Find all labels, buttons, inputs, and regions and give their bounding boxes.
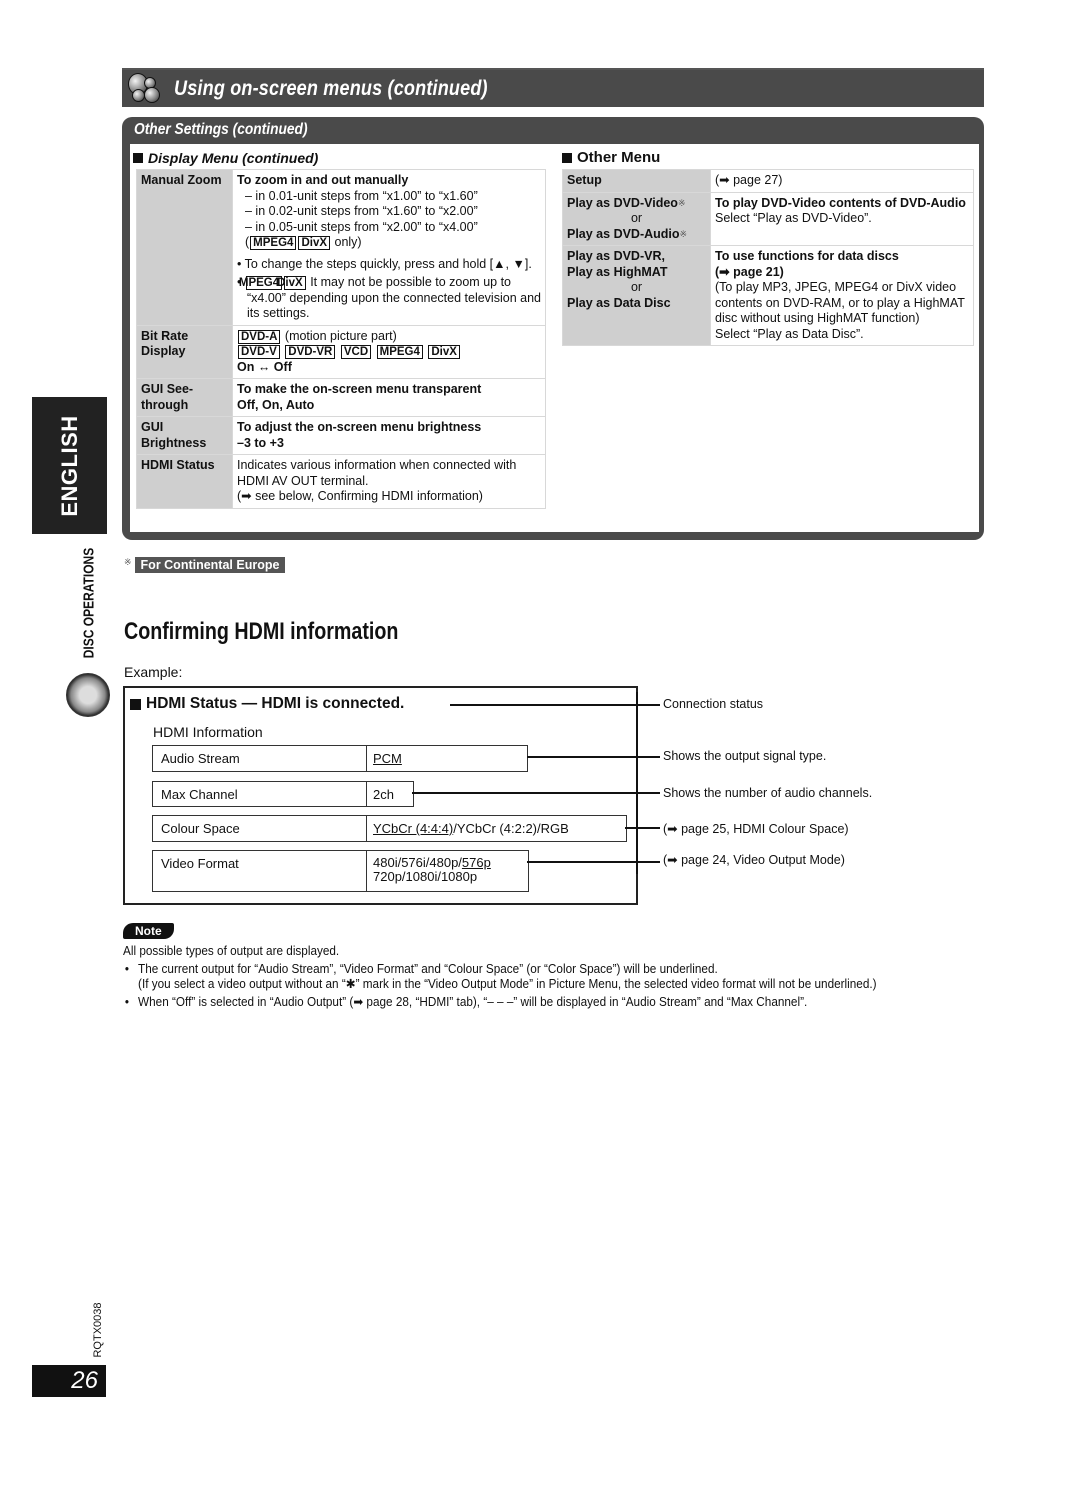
row-value: To play DVD-Video contents of DVD-Audio …	[710, 191, 974, 246]
callout-max-channel: Shows the number of audio channels.	[663, 786, 873, 800]
table-row: GUI Brightness To adjust the on-screen m…	[136, 416, 546, 455]
leader-line	[527, 861, 660, 863]
document-code: RQTX0038	[92, 1302, 104, 1358]
leader-line	[527, 756, 660, 758]
section-title: Confirming HDMI information	[124, 618, 399, 645]
row-value: To adjust the on-screen menu brightness …	[232, 416, 546, 455]
table-row: HDMI Status Indicates various informatio…	[136, 454, 546, 509]
hdmi-status-example: HDMI Status — HDMI is connected. HDMI In…	[123, 686, 638, 905]
disc-icon	[66, 673, 110, 717]
other-settings-panel: Other Settings (continued) Display Menu …	[122, 117, 984, 540]
callout-audio-stream: Shows the output signal type.	[663, 749, 827, 763]
disc-balls-icon	[122, 69, 174, 108]
leader-line	[625, 827, 660, 829]
format-tag: VCD	[340, 345, 372, 359]
format-tag: DivX	[428, 345, 460, 359]
note-bullet: When “Off” is selected in “Audio Output”…	[123, 995, 903, 1011]
footnote-label: For Continental Europe	[134, 557, 286, 573]
row-key: Bit Rate Display	[136, 324, 233, 379]
table-row: Play as DVD-Video※ or Play as DVD-Audio※…	[562, 191, 974, 246]
leader-line	[450, 704, 660, 706]
callout-video-format: (➡ page 24, Video Output Mode)	[663, 853, 845, 867]
other-menu-table: Setup (➡ page 27) Play as DVD-Video※ or …	[562, 169, 974, 346]
row-key: GUI See-through	[136, 378, 233, 417]
row-key: Setup	[562, 169, 711, 193]
page-title: Using on-screen menus (continued)	[174, 76, 488, 100]
leader-line	[412, 792, 660, 794]
footnote: ※ For Continental Europe	[124, 557, 286, 573]
note-bullet: The current output for “Audio Stream”, “…	[123, 962, 903, 993]
hdmi-row-audio-stream: Audio Stream PCM	[152, 745, 528, 772]
row-key: GUI Brightness	[136, 416, 233, 455]
table-row: Setup (➡ page 27)	[562, 169, 974, 193]
table-row: GUI See-through To make the on-screen me…	[136, 378, 546, 417]
format-tag: DivX	[298, 236, 331, 250]
format-tag: DVD-A	[238, 329, 281, 344]
hdmi-info-label: HDMI Information	[153, 724, 263, 740]
other-menu-heading: Other Menu	[562, 149, 660, 166]
page-number: 26	[32, 1365, 106, 1397]
display-menu-table: Manual Zoom To zoom in and out manually …	[136, 169, 546, 509]
callout-colour-space: (➡ page 25, HDMI Colour Space)	[663, 822, 849, 836]
table-row: Manual Zoom To zoom in and out manually …	[136, 169, 546, 326]
format-tag: DVD-VR	[285, 345, 336, 359]
note-badge: Note	[123, 923, 174, 939]
row-value: (➡ page 27)	[710, 169, 974, 193]
format-tag: MPEG4	[376, 345, 423, 359]
hdmi-row-max-channel: Max Channel 2ch	[152, 781, 414, 807]
row-value: Indicates various information when conne…	[232, 454, 546, 509]
panel-body: Display Menu (continued) Manual Zoom To …	[130, 144, 979, 532]
hdmi-status-heading: HDMI Status — HDMI is connected.	[130, 695, 404, 713]
section-label: DISC OPERATIONS	[80, 547, 98, 658]
example-label: Example:	[124, 664, 183, 680]
hdmi-row-colour-space: Colour Space YCbCr (4:4:4)/YCbCr (4:2:2)…	[152, 815, 627, 842]
language-tab: ENGLISH	[32, 397, 107, 534]
row-key: HDMI Status	[136, 454, 233, 509]
format-tag: MPEG4	[250, 236, 297, 250]
display-menu-heading: Display Menu (continued)	[133, 150, 318, 166]
note-text: All possible types of output are display…	[123, 944, 903, 1010]
format-tag: DVD-V	[238, 345, 280, 359]
leader-line	[636, 692, 638, 874]
format-tag: DivX	[277, 276, 306, 290]
row-value: To zoom in and out manually – in 0.01-un…	[232, 169, 546, 326]
square-bullet-icon	[130, 698, 141, 710]
row-key: Play as DVD-Video※ or Play as DVD-Audio※	[562, 191, 711, 246]
panel-title: Other Settings (continued)	[134, 121, 308, 138]
row-value: DVD-A (motion picture part) DVD-V DVD-VR…	[232, 324, 546, 379]
hdmi-row-video-format: Video Format 480i/576i/480p/576p 720p/108…	[152, 850, 529, 892]
table-row: Play as DVD-VR, Play as HighMAT or Play …	[562, 245, 974, 346]
row-value: To use functions for data discs (➡ page …	[710, 245, 974, 346]
table-row: Bit Rate Display DVD-A (motion picture p…	[136, 324, 546, 379]
row-key: Manual Zoom	[136, 169, 233, 326]
row-key: Play as DVD-VR, Play as HighMAT or Play …	[562, 245, 711, 346]
callout-connection-status: Connection status	[663, 697, 764, 711]
row-value: To make the on-screen menu transparent O…	[232, 378, 546, 417]
square-bullet-icon	[562, 152, 572, 163]
page-header: Using on-screen menus (continued)	[122, 68, 984, 107]
square-bullet-icon	[133, 153, 143, 163]
